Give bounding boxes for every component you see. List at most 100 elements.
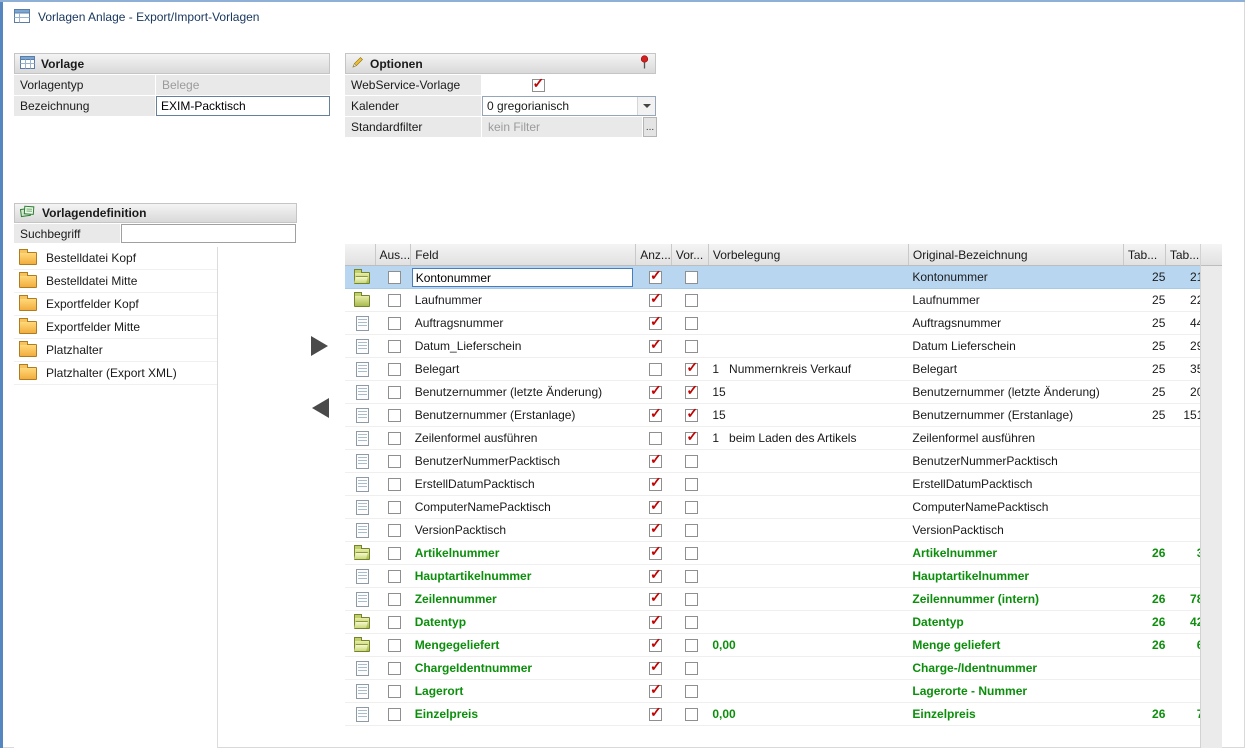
folder-item[interactable]: Bestelldatei Mitte xyxy=(14,270,217,293)
aus-checkbox[interactable] xyxy=(388,570,401,583)
vorbelegung-cell[interactable] xyxy=(708,542,908,565)
table-row[interactable]: Datum_LieferscheinDatum Lieferschein2529 xyxy=(345,335,1203,358)
table-row[interactable]: Belegart1 Nummernkreis VerkaufBelegart25… xyxy=(345,358,1203,381)
vorbelegung-cell[interactable] xyxy=(708,588,908,611)
feld-cell[interactable]: Laufnummer xyxy=(411,289,636,312)
aus-checkbox[interactable] xyxy=(388,340,401,353)
vorbelegen-checkbox[interactable] xyxy=(685,294,698,307)
aus-checkbox[interactable] xyxy=(388,593,401,606)
vorbelegung-cell[interactable] xyxy=(708,289,908,312)
move-left-arrow-icon[interactable] xyxy=(312,398,329,418)
move-right-arrow-icon[interactable] xyxy=(311,336,328,356)
anzeigen-checkbox[interactable] xyxy=(649,616,662,629)
vorbelegen-checkbox[interactable] xyxy=(685,271,698,284)
feld-cell[interactable]: Auftragsnummer xyxy=(411,312,636,335)
column-header-feld[interactable]: Feld xyxy=(411,244,636,266)
table-row[interactable]: DatentypDatentyp2642 xyxy=(345,611,1203,634)
anzeigen-checkbox[interactable] xyxy=(649,593,662,606)
aus-checkbox[interactable] xyxy=(388,432,401,445)
column-header-tab[interactable]: Tab... xyxy=(1123,244,1165,266)
anzeigen-checkbox[interactable] xyxy=(649,478,662,491)
table-row[interactable]: Einzelpreis0,00Einzelpreis267 xyxy=(345,703,1203,726)
anzeigen-checkbox[interactable] xyxy=(649,294,662,307)
feld-cell[interactable]: Artikelnummer xyxy=(411,542,636,565)
aus-checkbox[interactable] xyxy=(388,708,401,721)
anzeigen-checkbox[interactable] xyxy=(649,501,662,514)
column-header-tab[interactable]: Tab... xyxy=(1165,244,1203,266)
vorbelegung-cell[interactable] xyxy=(708,312,908,335)
table-row[interactable]: ChargeIdentnummerCharge-/Identnummer xyxy=(345,657,1203,680)
aus-checkbox[interactable] xyxy=(388,294,401,307)
aus-checkbox[interactable] xyxy=(388,639,401,652)
aus-checkbox[interactable] xyxy=(388,524,401,537)
vorbelegen-checkbox[interactable] xyxy=(685,524,698,537)
vorbelegen-checkbox[interactable] xyxy=(685,685,698,698)
vorbelegung-cell[interactable] xyxy=(708,450,908,473)
table-row[interactable]: ArtikelnummerArtikelnummer263 xyxy=(345,542,1203,565)
aus-checkbox[interactable] xyxy=(388,616,401,629)
column-header-icon[interactable] xyxy=(345,244,375,266)
anzeigen-checkbox[interactable] xyxy=(649,570,662,583)
aus-checkbox[interactable] xyxy=(388,685,401,698)
vorbelegung-cell[interactable] xyxy=(708,335,908,358)
aus-checkbox[interactable] xyxy=(388,501,401,514)
feld-cell[interactable]: Mengegeliefert xyxy=(411,634,636,657)
vorbelegen-checkbox[interactable] xyxy=(685,478,698,491)
vorbelegung-cell[interactable] xyxy=(708,565,908,588)
vorbelegung-cell[interactable] xyxy=(708,519,908,542)
kalender-dropdown-button[interactable] xyxy=(637,97,655,115)
anzeigen-checkbox[interactable] xyxy=(649,432,662,445)
folder-item[interactable]: Exportfelder Mitte xyxy=(14,316,217,339)
feld-cell[interactable]: Benutzernummer (Erstanlage) xyxy=(411,404,636,427)
table-row[interactable]: ZeilennummerZeilennummer (intern)2678 xyxy=(345,588,1203,611)
table-row[interactable]: HauptartikelnummerHauptartikelnummer xyxy=(345,565,1203,588)
folder-item[interactable]: Platzhalter (Export XML) xyxy=(14,362,217,385)
table-row[interactable]: ErstellDatumPacktischErstellDatumPacktis… xyxy=(345,473,1203,496)
aus-checkbox[interactable] xyxy=(388,317,401,330)
folder-item[interactable]: Platzhalter xyxy=(14,339,217,362)
vorbelegen-checkbox[interactable] xyxy=(685,363,698,376)
aus-checkbox[interactable] xyxy=(388,455,401,468)
vorbelegen-checkbox[interactable] xyxy=(685,662,698,675)
column-header-vorbelegung[interactable]: Vorbelegung xyxy=(708,244,908,266)
anzeigen-checkbox[interactable] xyxy=(649,409,662,422)
kalender-dropdown[interactable]: 0 gregorianisch xyxy=(482,96,656,116)
feld-cell[interactable]: ErstellDatumPacktisch xyxy=(411,473,636,496)
feld-cell[interactable]: Belegart xyxy=(411,358,636,381)
anzeigen-checkbox[interactable] xyxy=(649,317,662,330)
anzeigen-checkbox[interactable] xyxy=(649,455,662,468)
aus-checkbox[interactable] xyxy=(388,662,401,675)
vorbelegen-checkbox[interactable] xyxy=(685,386,698,399)
vorbelegung-cell[interactable] xyxy=(708,266,908,289)
feld-cell[interactable]: VersionPacktisch xyxy=(411,519,636,542)
feld-cell[interactable]: ChargeIdentnummer xyxy=(411,657,636,680)
pin-icon[interactable] xyxy=(639,55,650,73)
feld-cell[interactable]: ComputerNamePacktisch xyxy=(411,496,636,519)
anzeigen-checkbox[interactable] xyxy=(649,386,662,399)
anzeigen-checkbox[interactable] xyxy=(649,271,662,284)
feld-cell[interactable]: Einzelpreis xyxy=(411,703,636,726)
aus-checkbox[interactable] xyxy=(388,547,401,560)
aus-checkbox[interactable] xyxy=(388,271,401,284)
bezeichnung-input[interactable] xyxy=(156,96,330,116)
aus-checkbox[interactable] xyxy=(388,386,401,399)
vorbelegen-checkbox[interactable] xyxy=(685,409,698,422)
anzeigen-checkbox[interactable] xyxy=(649,363,662,376)
webservice-checkbox[interactable] xyxy=(532,79,545,92)
table-row[interactable]: LagerortLagerorte - Nummer xyxy=(345,680,1203,703)
vorbelegung-cell[interactable] xyxy=(708,473,908,496)
anzeigen-checkbox[interactable] xyxy=(649,662,662,675)
vorbelegen-checkbox[interactable] xyxy=(685,639,698,652)
feld-cell[interactable]: Benutzernummer (letzte Änderung) xyxy=(411,381,636,404)
feld-cell[interactable]: Datum_Lieferschein xyxy=(411,335,636,358)
vorbelegung-cell[interactable] xyxy=(708,611,908,634)
feld-cell[interactable]: Zeilennummer xyxy=(411,588,636,611)
vorbelegen-checkbox[interactable] xyxy=(685,570,698,583)
column-header-vor[interactable]: Vor... xyxy=(671,244,708,266)
vorbelegen-checkbox[interactable] xyxy=(685,616,698,629)
feld-cell[interactable]: BenutzerNummerPacktisch xyxy=(411,450,636,473)
column-header-anz[interactable]: Anz... xyxy=(636,244,672,266)
grid-scrollbar-track[interactable] xyxy=(1200,244,1222,748)
vorbelegung-cell[interactable] xyxy=(708,496,908,519)
vorbelegung-cell[interactable]: 1 beim Laden des Artikels xyxy=(708,427,908,450)
